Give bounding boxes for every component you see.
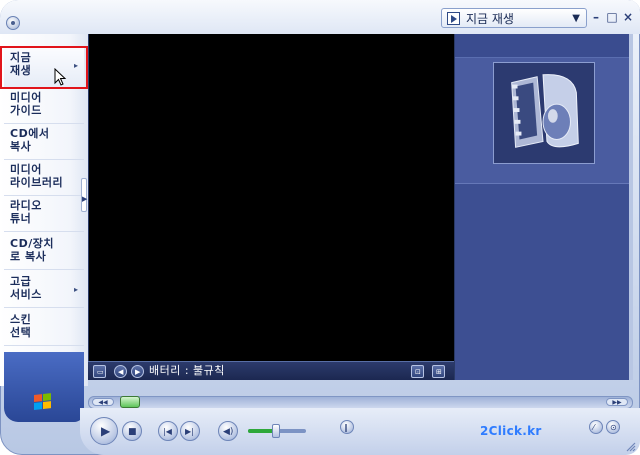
pen-icon: ⁄	[593, 423, 595, 432]
sidebar-item-premium-services[interactable]: 고급 서비스 ▸	[4, 272, 84, 308]
volume-thumb[interactable]	[272, 424, 280, 438]
view-dropdown[interactable]: 지금 재생 ▼	[441, 8, 587, 28]
next-icon: ▶|	[185, 427, 194, 436]
previous-icon: |◀	[163, 427, 172, 436]
info-panel	[454, 34, 630, 380]
system-menu-icon[interactable]	[6, 16, 20, 30]
stop-button[interactable]: ■	[122, 421, 142, 441]
sidebar-item-label: 미디어 가이드	[10, 91, 42, 117]
sidebar-item-media-library[interactable]: 미디어 라이브러리	[4, 160, 84, 196]
sidebar-item-label: 라디오 튜너	[10, 199, 42, 225]
sidebar-item-skin-chooser[interactable]: 스킨 선택	[4, 310, 84, 346]
now-playing-icon	[447, 11, 460, 25]
current-view-label: 지금 재생	[466, 11, 514, 26]
next-visualization-button[interactable]: ▶	[131, 365, 144, 378]
chevron-right-icon: ▶	[82, 195, 88, 203]
playlist-pane[interactable]	[455, 184, 630, 380]
title-bar: 지금 재생 ▼ – □ ×	[0, 0, 640, 34]
seek-thumb[interactable]	[120, 396, 140, 408]
chevron-right-icon: ▸	[73, 285, 78, 294]
sidebar-item-label: CD에서 복사	[10, 127, 50, 153]
sidebar-item-copy-to-device[interactable]: CD/장치 로 복사	[4, 234, 84, 270]
sidebar-item-label: 고급 서비스	[10, 275, 42, 301]
previous-track-button[interactable]: |◀	[158, 421, 178, 441]
watermark-text: 2Click.kr	[480, 424, 542, 438]
sidebar-item-radio-tuner[interactable]: 라디오 튜너	[4, 196, 84, 232]
stop-icon: ■	[128, 427, 137, 437]
mute-button[interactable]: ◀)	[218, 421, 238, 441]
info-header	[455, 34, 630, 58]
sidebar-item-label: CD/장치 로 복사	[10, 237, 54, 263]
previous-visualization-button[interactable]: ◀	[114, 365, 127, 378]
sidebar-item-label: 스킨 선택	[10, 313, 32, 339]
sidebar-item-media-guide[interactable]: 미디어 가이드	[4, 88, 84, 124]
sidebar-item-label: 미디어 라이브러리	[10, 163, 64, 189]
chevron-down-icon: ▼	[572, 12, 580, 24]
video-status-bar: ▭ ◀ ▶ ⊡ ⊞ ▤	[88, 361, 472, 380]
speaker-icon: ◀)	[223, 427, 234, 437]
minimize-button[interactable]: –	[590, 10, 602, 24]
windows-logo-panel	[4, 352, 84, 422]
selection-highlight	[0, 46, 88, 89]
shuffle-icon: ‖	[344, 423, 348, 432]
window-edge	[629, 34, 633, 380]
status-text: 배터리 : 불규칙	[149, 364, 225, 377]
windows-logo-icon	[34, 393, 52, 411]
fullscreen-icon[interactable]: ⊡	[411, 365, 424, 378]
play-button[interactable]: ▶	[90, 417, 118, 445]
shuffle-button[interactable]: ‖	[340, 420, 354, 434]
video-display[interactable]	[88, 34, 454, 361]
close-button[interactable]: ×	[622, 10, 634, 24]
play-icon: ▶	[101, 424, 111, 438]
mini-mode-button[interactable]: ⁄	[589, 420, 603, 434]
zoom-icon[interactable]: ⊞	[432, 365, 445, 378]
next-track-button[interactable]: ▶|	[180, 421, 200, 441]
film-reel-icon	[493, 62, 595, 164]
album-art-area	[455, 58, 630, 184]
visualization-icon[interactable]: ▭	[93, 365, 106, 378]
rewind-icon[interactable]: ◀◀	[92, 398, 114, 406]
fast-forward-icon[interactable]: ▶▶	[606, 398, 628, 406]
skin-mode-icon: ⊙	[610, 423, 617, 432]
skin-mode-button[interactable]: ⊙	[606, 420, 620, 434]
sidebar-item-copy-from-cd[interactable]: CD에서 복사	[4, 124, 84, 160]
maximize-button[interactable]: □	[606, 10, 618, 24]
resize-grip-icon[interactable]	[624, 440, 636, 452]
